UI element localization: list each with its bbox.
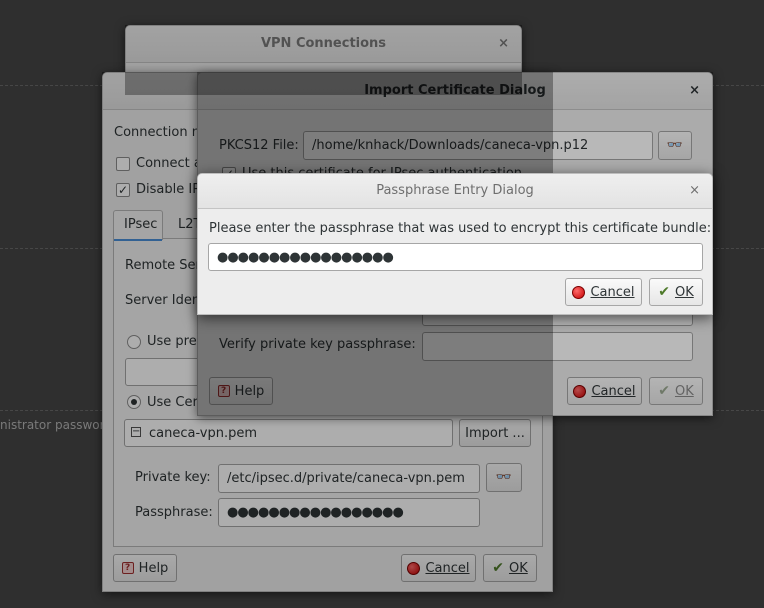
disable-ipv6-checkbox[interactable]: ✓ [116,183,130,197]
ok-icon: ✔ [492,559,504,576]
cancel-icon [573,384,587,398]
collapse-icon[interactable]: − [131,427,141,437]
private-key-input[interactable]: /etc/ipsec.d/private/caneca-vpn.pem [218,464,480,493]
close-icon[interactable]: × [498,26,509,62]
help-button-label: Help [138,560,169,576]
passphrase-dialog-title: Passphrase Entry Dialog [376,183,534,198]
pkcs12-file-label: PKCS12 File: [219,138,299,153]
import-button-label: Import ... [465,425,525,441]
remote-server-label: Remote Ser [125,258,201,273]
passphrase-ok-button[interactable]: ✔ OK [649,278,703,306]
passphrase-entry-dialog: Passphrase Entry Dialog × Please enter t… [197,173,713,315]
private-key-browse-button[interactable]: 👓 [486,463,522,492]
ok-button[interactable]: ✔ OK [483,554,537,582]
verify-passphrase-label: Verify private key passphrase: [219,337,416,352]
private-key-label: Private key: [135,470,211,485]
vpn-connections-title: VPN Connections [260,36,387,51]
connect-automatically-label: Connect a [136,156,202,171]
passphrase-input[interactable]: ●●●●●●●●●●●●●●●●● [218,498,480,527]
certificate-list[interactable]: caneca-vpn.pem [124,419,453,447]
passphrase-entry-input[interactable]: ●●●●●●●●●●●●●●●●● [208,243,703,271]
ok-icon: ✔ [658,382,670,399]
server-identity-label: Server Iden [125,293,201,308]
pkcs12-browse-button[interactable]: 👓 [658,131,692,160]
tab-ipsec[interactable]: IPsec [113,210,163,241]
passphrase-ok-label: OK [674,284,694,300]
import-cancel-label: Cancel [591,383,636,399]
tab-ipsec-label: IPsec [124,217,158,232]
import-help-label: Help [234,383,265,399]
binoculars-icon: 👓 [495,470,513,485]
private-key-value: /etc/ipsec.d/private/caneca-vpn.pem [227,471,465,486]
cancel-button-label: Cancel [425,560,470,576]
use-psk-label: Use pre- [147,334,202,349]
help-icon: ? [217,385,230,397]
active-tab-indicator [114,239,162,241]
import-ok-label: OK [674,383,694,399]
import-help-button[interactable]: ? Help [209,377,273,405]
close-icon[interactable]: × [689,73,700,109]
passphrase-entry-dots: ●●●●●●●●●●●●●●●●● [217,249,394,265]
cancel-button[interactable]: Cancel [401,554,476,582]
vpn-connections-titlebar: VPN Connections × [126,26,521,63]
import-dialog-title: Import Certificate Dialog [364,83,546,98]
close-icon[interactable]: × [689,174,700,208]
passphrase-dialog-titlebar: Passphrase Entry Dialog × [198,174,712,209]
connection-name-label: Connection n [114,125,200,140]
passphrase-dots: ●●●●●●●●●●●●●●●●● [227,505,404,520]
passphrase-prompt: Please enter the passphrase that was use… [209,221,712,236]
passphrase-cancel-button[interactable]: Cancel [565,278,642,306]
binoculars-icon: 👓 [666,138,684,153]
help-button[interactable]: ? Help [113,554,177,582]
ok-icon: ✔ [658,283,670,300]
import-button[interactable]: Import ... [459,419,531,447]
import-cancel-button[interactable]: Cancel [567,377,642,405]
certificate-name: caneca-vpn.pem [149,425,258,441]
import-dialog-titlebar: Import Certificate Dialog × [198,73,712,110]
use-certificate-radio[interactable] [127,395,141,409]
cancel-icon [407,561,421,575]
passphrase-cancel-label: Cancel [590,284,635,300]
passphrase-label: Passphrase: [135,505,213,520]
help-icon: ? [121,562,134,574]
pkcs12-file-input[interactable]: /home/knhack/Downloads/caneca-vpn.p12 [303,131,653,160]
pkcs12-file-value: /home/knhack/Downloads/caneca-vpn.p12 [312,138,589,153]
use-psk-radio[interactable] [127,335,141,349]
disable-ipv6-label: Disable IP [136,182,201,197]
background-admin-text: nistrator password [0,418,112,432]
connect-automatically-checkbox[interactable] [116,157,130,171]
ok-button-label: OK [508,560,528,576]
verify-passphrase-input[interactable] [422,332,693,361]
cancel-icon [572,285,586,299]
import-ok-button[interactable]: ✔ OK [649,377,703,405]
use-certificate-label: Use Cer [147,395,198,410]
